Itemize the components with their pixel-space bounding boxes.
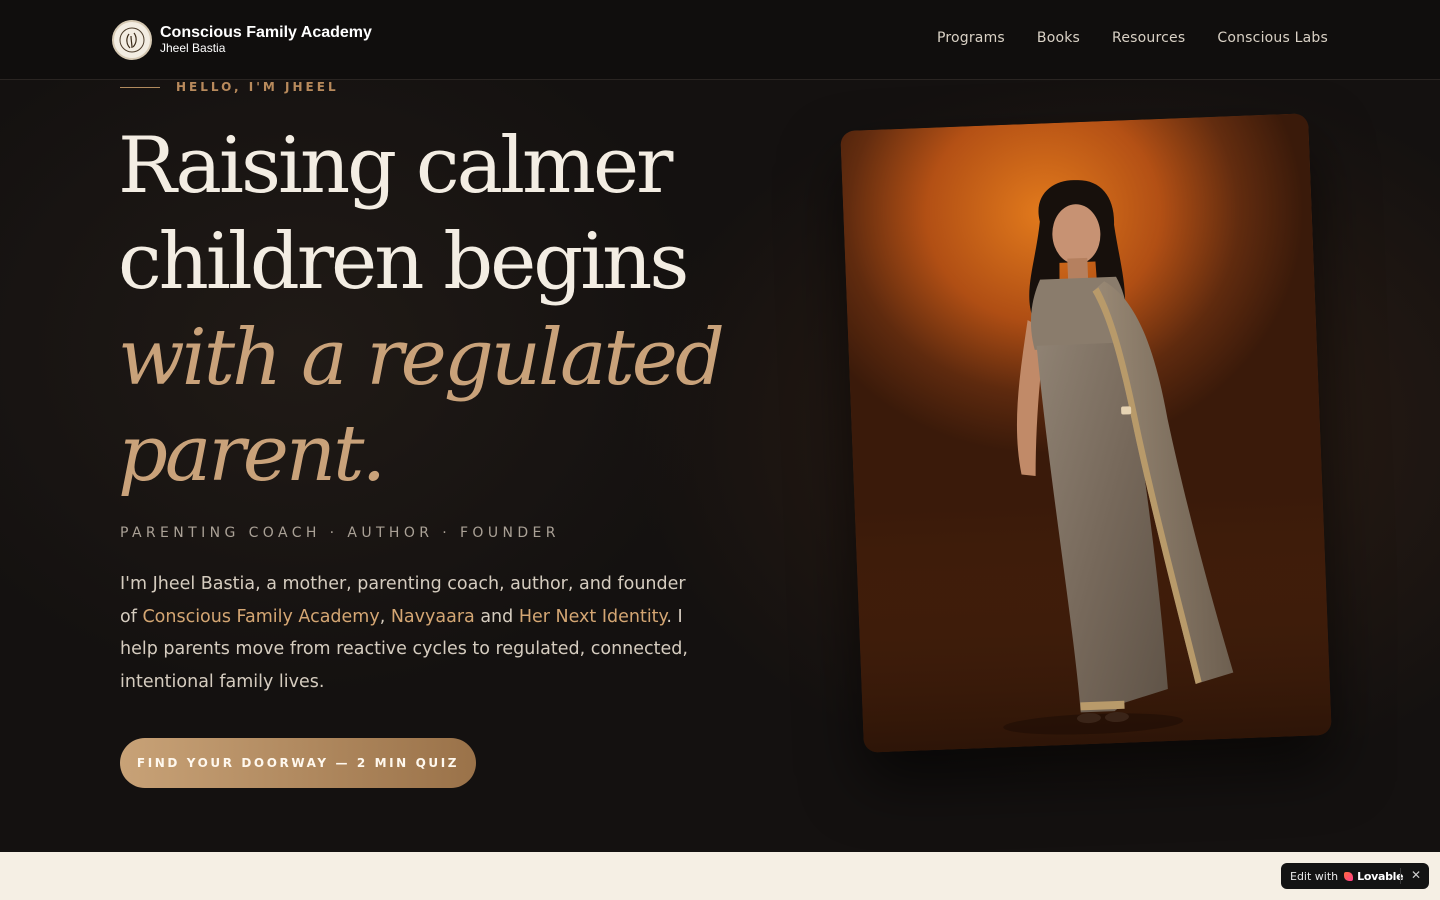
eyebrow-divider — [120, 87, 160, 88]
site-header: Conscious Family Academy Jheel Bastia Pr… — [0, 0, 1440, 80]
quiz-cta-button[interactable]: FIND YOUR DOORWAY — 2 MIN QUIZ — [120, 738, 476, 788]
close-icon[interactable]: ✕ — [1411, 868, 1421, 882]
headline-line-2: children begins — [118, 217, 689, 307]
hero-section: HELLO, I'M JHEEL Raising calmer children… — [0, 0, 1440, 852]
hero-roles: PARENTING COACH · AUTHOR · FOUNDER — [120, 525, 560, 541]
family-logo-icon — [119, 27, 145, 53]
badge-prefix: Edit with — [1290, 869, 1339, 883]
headline-accent-line-1: with a regulated — [118, 313, 725, 403]
hero-headline: Raising calmer children begins with a re… — [118, 118, 758, 502]
headline-accent-line-2: parent. — [118, 409, 386, 499]
bio-link-conscious-family-academy[interactable]: Conscious Family Academy — [142, 607, 379, 627]
bio-link-her-next-identity[interactable]: Her Next Identity — [519, 607, 667, 627]
portrait-illustration — [854, 180, 1332, 753]
brand-logo[interactable] — [112, 20, 152, 60]
nav-item-programs[interactable]: Programs — [937, 30, 1005, 46]
lovable-heart-icon — [1344, 871, 1354, 881]
badge-divider — [1400, 868, 1401, 884]
brand-title[interactable]: Conscious Family Academy — [160, 24, 372, 42]
brand-subtitle: Jheel Bastia — [160, 41, 226, 55]
nav-item-resources[interactable]: Resources — [1112, 30, 1185, 46]
headline-line-1: Raising calmer — [118, 121, 673, 211]
main-nav: Programs Books Resources Conscious Labs — [937, 30, 1328, 46]
edit-with-lovable-badge[interactable]: Edit with Lovable ✕ — [1281, 863, 1429, 889]
portrait-photo — [840, 113, 1332, 753]
hero-bio: I'm Jheel Bastia, a mother, parenting co… — [120, 568, 700, 698]
next-section-strip — [0, 852, 1440, 900]
bio-link-navyaara[interactable]: Navyaara — [391, 607, 475, 627]
nav-item-books[interactable]: Books — [1037, 30, 1080, 46]
hero-eyebrow: HELLO, I'M JHEEL — [176, 80, 339, 94]
bio-separator-1: , — [379, 606, 391, 627]
bio-separator-2: and — [474, 606, 519, 627]
badge-brand: Lovable — [1357, 869, 1404, 883]
nav-item-conscious-labs[interactable]: Conscious Labs — [1217, 30, 1328, 46]
